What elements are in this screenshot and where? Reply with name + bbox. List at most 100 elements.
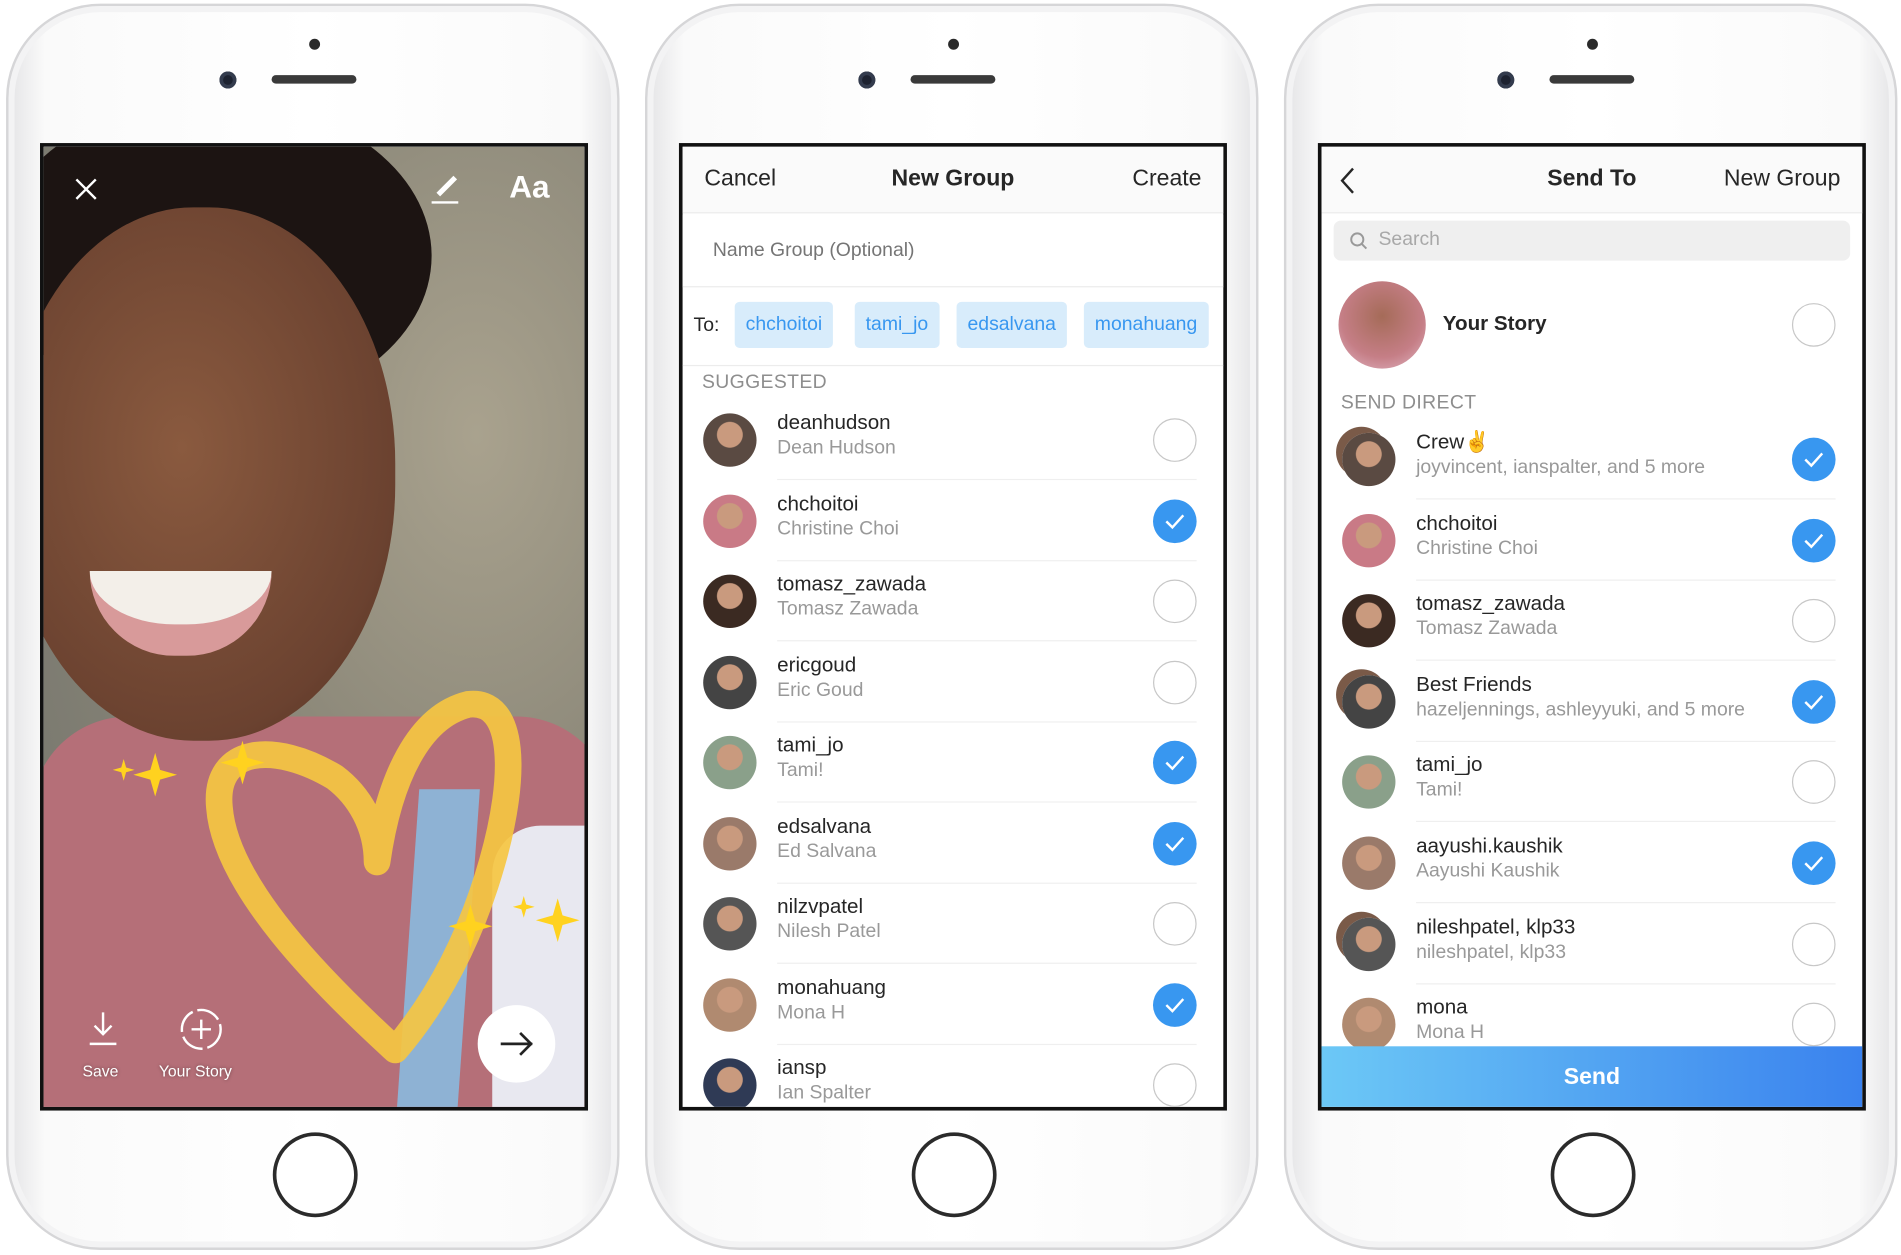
select-checkbox[interactable] xyxy=(1152,579,1197,624)
your-story-row[interactable]: Your Story xyxy=(1322,278,1863,373)
checkmark-icon xyxy=(1165,997,1185,1013)
recipient-chip[interactable]: chchoitoi xyxy=(734,301,834,348)
list-item[interactable]: tomasz_zawada Tomasz Zawada xyxy=(1322,581,1863,661)
select-checkbox[interactable] xyxy=(1152,902,1197,946)
list-item[interactable]: tami_jo Tami! xyxy=(1322,742,1863,823)
list-item[interactable]: tami_jo Tami! xyxy=(683,723,1224,803)
heart-drawing xyxy=(112,690,580,1064)
search-icon xyxy=(1350,232,1368,250)
username: nilzvpatel xyxy=(777,894,864,918)
home-button[interactable] xyxy=(1550,1132,1636,1218)
home-button[interactable] xyxy=(911,1132,997,1218)
pen-icon[interactable] xyxy=(429,171,461,205)
username: iansp xyxy=(777,1056,827,1080)
full-name: Ed Salvana xyxy=(777,840,877,862)
avatar xyxy=(1342,432,1396,487)
checkmark-icon xyxy=(1804,533,1824,549)
group-name-input[interactable] xyxy=(682,214,1224,288)
your-story-avatar xyxy=(1338,281,1426,369)
avatar xyxy=(1342,513,1396,567)
select-checkbox[interactable] xyxy=(1791,599,1836,643)
phone-new-group: Cancel New Group Create To: chchoitoi tam… xyxy=(644,3,1259,1250)
save-icon[interactable] xyxy=(87,1010,119,1046)
close-icon[interactable] xyxy=(73,176,100,203)
avatar xyxy=(1342,675,1396,729)
avatar xyxy=(703,977,757,1032)
username: nileshpatel, klp33 xyxy=(1416,914,1576,938)
list-item[interactable]: chchoitoi Christine Choi xyxy=(683,481,1224,561)
avatar xyxy=(703,816,757,870)
avatar xyxy=(1342,917,1396,971)
select-checkbox[interactable] xyxy=(1791,679,1836,724)
recipient-chip[interactable]: tami_jo xyxy=(854,301,940,348)
new-group-screen: Cancel New Group Create To: chchoitoi tam… xyxy=(678,143,1227,1111)
select-checkbox[interactable] xyxy=(1791,1002,1836,1047)
full-name: Mona H xyxy=(1416,1022,1485,1043)
next-button[interactable] xyxy=(477,1005,556,1083)
select-checkbox[interactable] xyxy=(1791,518,1836,563)
select-checkbox[interactable] xyxy=(1152,1063,1197,1107)
select-checkbox[interactable] xyxy=(1152,740,1197,785)
arrow-right-icon xyxy=(500,1032,533,1056)
text-tool-button[interactable]: Aa xyxy=(509,169,549,207)
send-to-screen: Send To New Group Search Your Story SEND… xyxy=(1317,143,1866,1111)
home-button[interactable] xyxy=(272,1132,358,1218)
proximity-sensor xyxy=(948,38,960,50)
username: tami_jo xyxy=(777,733,844,757)
select-checkbox[interactable] xyxy=(1152,982,1197,1027)
recipient-chip[interactable]: monahuang xyxy=(1083,301,1209,348)
story-editor-screen: Aa Save Your Story xyxy=(40,143,589,1111)
list-item[interactable]: edsalvana Ed Salvana xyxy=(683,803,1224,884)
save-label[interactable]: Save xyxy=(82,1062,118,1080)
create-button[interactable]: Create xyxy=(1132,166,1201,193)
list-item[interactable]: monahuang Mona H xyxy=(683,964,1224,1045)
avatar xyxy=(703,655,757,709)
your-story-label[interactable]: Your Story xyxy=(159,1062,232,1080)
new-group-button[interactable]: New Group xyxy=(1724,166,1841,193)
list-item[interactable]: iansp Ian Spalter xyxy=(683,1045,1224,1107)
username: chchoitoi xyxy=(1416,511,1498,535)
list-item[interactable]: nileshpatel, klp33 nileshpatel, klp33 xyxy=(1322,904,1863,984)
your-story-checkbox[interactable] xyxy=(1791,303,1836,347)
checkmark-icon xyxy=(1804,452,1824,468)
list-item[interactable]: aayushi.kaushik Aayushi Kaushik xyxy=(1322,823,1863,904)
full-name: Tami! xyxy=(777,760,824,781)
list-item[interactable]: nilzvpatel Nilesh Patel xyxy=(683,884,1224,964)
list-item[interactable]: chchoitoi Christine Choi xyxy=(1322,500,1863,581)
recipient-chip[interactable]: edsalvana xyxy=(956,301,1067,348)
list-item[interactable]: Crew✌ joyvincent, ianspalter, and 5 more xyxy=(1322,419,1863,500)
your-story-label: Your Story xyxy=(1442,311,1547,335)
select-checkbox[interactable] xyxy=(1152,821,1197,866)
checkmark-icon xyxy=(1165,513,1185,529)
select-checkbox[interactable] xyxy=(1791,841,1836,886)
list-item[interactable]: ericgoud Eric Goud xyxy=(683,642,1224,722)
avatar xyxy=(703,574,757,629)
avatar xyxy=(1342,755,1396,810)
front-camera xyxy=(219,71,237,89)
list-item[interactable]: tomasz_zawada Tomasz Zawada xyxy=(683,561,1224,642)
send-button[interactable]: Send xyxy=(1321,1046,1863,1107)
select-checkbox[interactable] xyxy=(1152,498,1197,543)
your-story-icon[interactable] xyxy=(179,1008,223,1052)
full-name: hazeljennings, ashleyyuki, and 5 more xyxy=(1416,699,1745,720)
section-send-direct: SEND DIRECT xyxy=(1340,392,1477,414)
select-checkbox[interactable] xyxy=(1791,437,1836,482)
list-item[interactable]: Best Friends hazeljennings, ashleyyuki, a… xyxy=(1322,662,1863,742)
avatar xyxy=(703,735,757,790)
proximity-sensor xyxy=(309,38,321,50)
full-name: Ian Spalter xyxy=(777,1082,871,1104)
checkmark-icon xyxy=(1165,755,1185,771)
search-input[interactable]: Search xyxy=(1333,220,1851,261)
username: mona xyxy=(1416,995,1468,1019)
username: monahuang xyxy=(777,975,887,999)
divider xyxy=(682,364,1224,367)
select-checkbox[interactable] xyxy=(1791,922,1836,966)
proximity-sensor xyxy=(1587,38,1598,50)
username: deanhudson xyxy=(777,411,891,435)
select-checkbox[interactable] xyxy=(1791,760,1836,805)
username: Crew✌ xyxy=(1416,430,1490,454)
select-checkbox[interactable] xyxy=(1152,660,1197,704)
username: tami_jo xyxy=(1416,753,1483,777)
select-checkbox[interactable] xyxy=(1152,418,1197,462)
list-item[interactable]: deanhudson Dean Hudson xyxy=(683,400,1224,481)
